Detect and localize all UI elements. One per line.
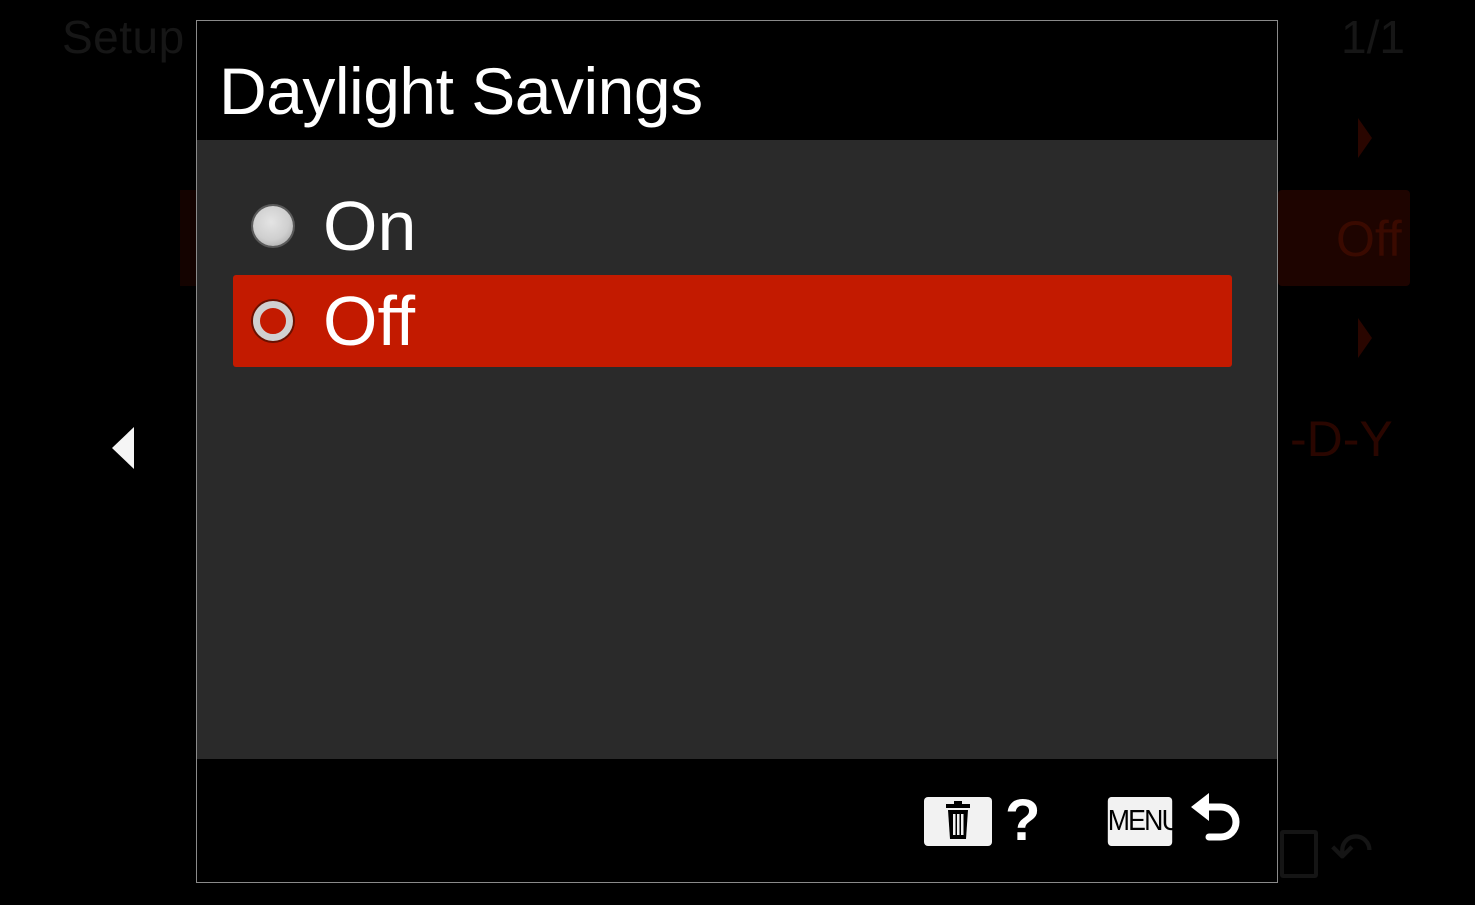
camera-menu-screen: Setup 1/1 Off -D-Y ↶ Daylight Savings On… [0, 0, 1475, 905]
option-off[interactable]: Off [233, 275, 1232, 367]
trash-icon[interactable] [924, 797, 992, 846]
dialog-footer: ? MENU [197, 759, 1277, 882]
background-date-format: -D-Y [1290, 411, 1393, 467]
background-menu-title: Setup [62, 11, 185, 63]
option-label: On [323, 187, 417, 265]
option-list: On Off [197, 140, 1277, 759]
background-row-value: Off [1336, 211, 1402, 267]
background-submenu-arrow-icon [1358, 318, 1372, 358]
option-label: Off [323, 282, 416, 360]
background-submenu-arrow-icon [1358, 118, 1372, 158]
menu-button-icon[interactable]: MENU [1107, 797, 1181, 846]
radio-selected-icon [253, 301, 293, 341]
background-return-icon: ↶ [1330, 823, 1374, 881]
return-icon[interactable] [1187, 789, 1247, 853]
background-trash-icon [1280, 830, 1318, 878]
background-page-indicator: 1/1 [1341, 11, 1405, 63]
dialog-title: Daylight Savings [219, 54, 703, 128]
daylight-savings-dialog: Daylight Savings On Off ? MENU [196, 20, 1278, 883]
radio-unselected-icon [253, 206, 293, 246]
help-icon[interactable]: ? [1005, 789, 1040, 853]
option-on[interactable]: On [233, 180, 1232, 272]
dialog-header: Daylight Savings [197, 21, 1277, 140]
left-arrow-icon[interactable] [112, 427, 134, 469]
